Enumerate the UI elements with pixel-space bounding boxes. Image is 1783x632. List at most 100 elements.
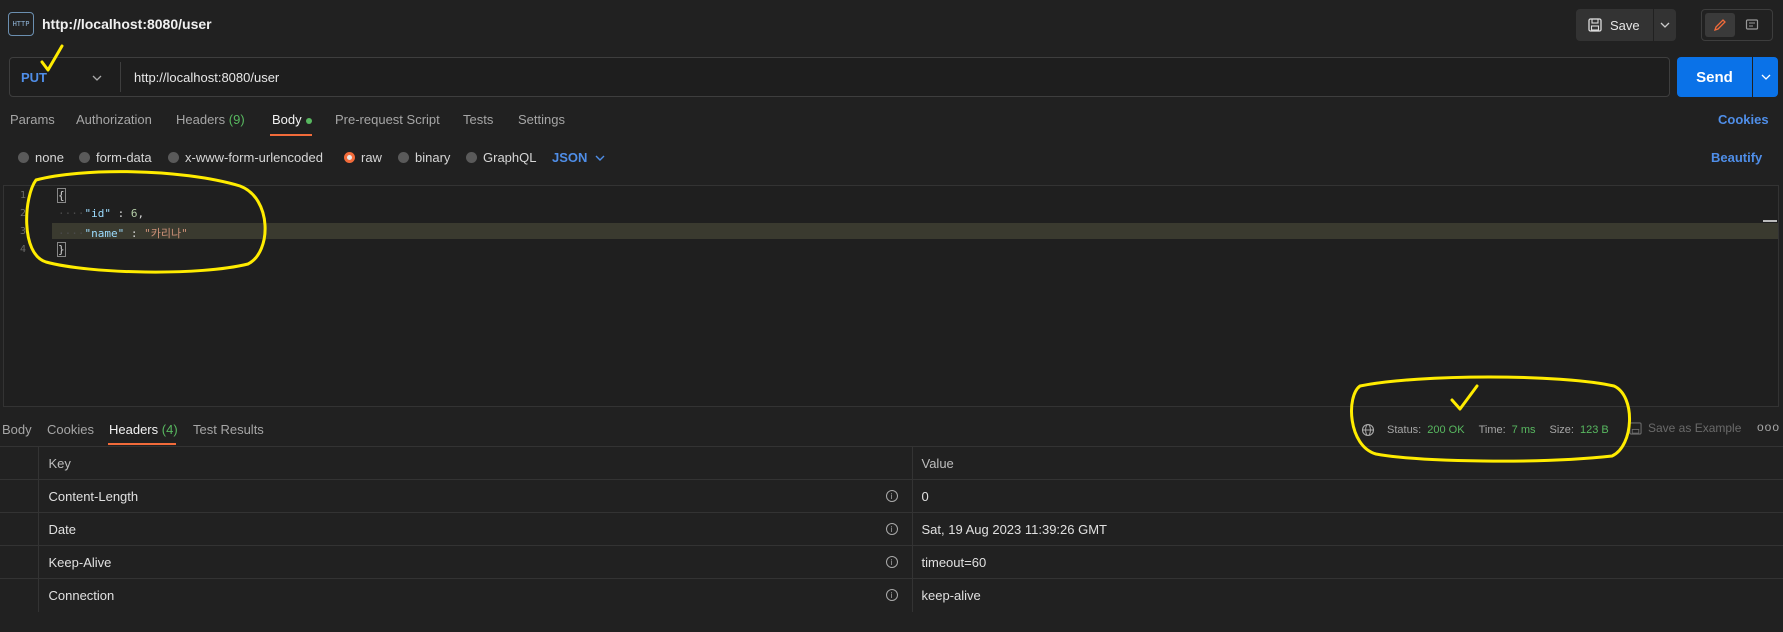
header-key: Date i [38, 512, 912, 546]
save-as-example-button[interactable]: Save as Example [1629, 421, 1741, 435]
radio-label: x-www-form-urlencoded [185, 150, 323, 165]
info-icon[interactable]: i [885, 490, 898, 502]
table-cell [0, 578, 39, 612]
table-row: Content-Length i 0 [0, 479, 1783, 513]
radio-label: form-data [96, 150, 152, 165]
table-cell [0, 545, 39, 579]
header-value: 0 [911, 479, 1783, 513]
line-number: 1 [20, 190, 27, 201]
header-value: Sat, 19 Aug 2023 11:39:26 GMT [911, 512, 1783, 546]
size-value[interactable]: 123 B [1580, 424, 1609, 436]
chevron-down-icon [595, 155, 605, 161]
table-header-row: Key Value [0, 446, 1783, 480]
chevron-down-icon [1660, 22, 1670, 28]
header-key: Keep-Alive i [38, 545, 912, 579]
code-line-4: } [57, 242, 66, 257]
radio-raw[interactable]: raw [344, 150, 382, 165]
line-number: 4 [20, 244, 27, 255]
line-number: 2 [20, 208, 27, 219]
tab-headers[interactable]: Headers (9) [176, 112, 245, 127]
header-key-text: Connection [48, 587, 115, 603]
open-brace: { [57, 188, 66, 203]
beautify-link[interactable]: Beautify [1711, 150, 1762, 165]
radio-button[interactable] [79, 152, 90, 163]
save-as-example-label: Save as Example [1648, 421, 1742, 435]
url-input[interactable]: http://localhost:8080/user [134, 70, 279, 85]
tab-settings[interactable]: Settings [518, 112, 565, 127]
tab-headers-count: (9) [228, 112, 245, 127]
radio-form-data[interactable]: form-data [79, 150, 152, 165]
radio-button[interactable] [398, 152, 409, 163]
send-dropdown-button[interactable] [1753, 57, 1778, 97]
code-line-3: ····"name" : "카리나" [58, 227, 188, 240]
chevron-down-icon[interactable] [92, 69, 102, 84]
current-line-highlight [52, 223, 1778, 239]
globe-icon[interactable] [1361, 423, 1375, 437]
header-value: keep-alive [911, 578, 1783, 612]
radio-label: binary [415, 150, 451, 165]
modified-dot [305, 117, 312, 124]
status-label: Status: [1387, 424, 1422, 436]
column-header-value: Value [911, 446, 1783, 480]
radio-label: GraphQL [483, 150, 537, 165]
response-tab-headers-label: Headers [109, 422, 159, 437]
more-options-button[interactable]: ooo [1757, 420, 1780, 434]
method-select[interactable]: PUT [21, 70, 47, 85]
tab-params[interactable]: Params [10, 112, 55, 127]
header-value: timeout=60 [911, 545, 1783, 579]
radio-button[interactable] [168, 152, 179, 163]
header-key: Connection i [38, 578, 912, 612]
radio-graphql[interactable]: GraphQL [466, 150, 536, 165]
radio-button[interactable] [18, 152, 29, 163]
status-value[interactable]: 200 OK [1427, 424, 1464, 436]
info-icon[interactable]: i [885, 589, 898, 601]
save-dropdown-button[interactable] [1654, 9, 1676, 41]
body-editor[interactable] [3, 185, 1779, 407]
send-button[interactable]: Send [1677, 57, 1752, 97]
divider [120, 62, 121, 92]
tab-body[interactable]: Body [272, 112, 312, 127]
header-key-text: Date [48, 521, 76, 537]
request-title[interactable]: http://localhost:8080/user [42, 16, 212, 32]
language-label: JSON [552, 150, 588, 165]
response-tab-cookies[interactable]: Cookies [47, 422, 94, 437]
time-value[interactable]: 7 ms [1512, 424, 1536, 436]
response-headers-table: Key Value Content-Length i 0 Date i Sat, 1… [0, 446, 1783, 612]
info-icon[interactable]: i [885, 523, 898, 535]
response-tab-headers[interactable]: Headers (4) [109, 422, 178, 437]
code-line-1: { [57, 188, 66, 203]
radio-button-selected[interactable] [344, 152, 355, 163]
json-key-id: "id" [84, 207, 112, 220]
language-select[interactable]: JSON [552, 150, 605, 165]
scrollbar-marker[interactable] [1763, 220, 1777, 222]
save-button[interactable]: Save [1576, 9, 1653, 41]
tab-tests[interactable]: Tests [463, 112, 493, 127]
tab-prerequest-script[interactable]: Pre-request Script [335, 112, 440, 127]
cookies-link[interactable]: Cookies [1718, 112, 1769, 127]
size-label: Size: [1549, 424, 1574, 436]
response-tab-test-results[interactable]: Test Results [193, 422, 264, 437]
json-value-id: 6 [130, 207, 138, 220]
table-cell [0, 446, 39, 480]
table-cell [0, 512, 39, 546]
save-icon [1588, 18, 1602, 32]
radio-urlencoded[interactable]: x-www-form-urlencoded [168, 150, 323, 165]
radio-binary[interactable]: binary [398, 150, 450, 165]
line-number: 3 [20, 226, 27, 237]
save-icon [1629, 421, 1642, 435]
radio-button[interactable] [466, 152, 477, 163]
response-tab-body[interactable]: Body [2, 422, 32, 437]
table-row: Date i Sat, 19 Aug 2023 11:39:26 GMT [0, 512, 1783, 546]
documentation-mode-button[interactable] [1737, 13, 1767, 37]
tab-authorization[interactable]: Authorization [76, 112, 152, 127]
radio-label: raw [361, 150, 382, 165]
info-icon[interactable]: i [885, 556, 898, 568]
tab-body-label: Body [272, 112, 302, 127]
radio-label: none [35, 150, 64, 165]
response-meta: Status: 200 OK Time: 7 ms Size: 123 B [1361, 423, 1609, 437]
http-icon: HTTP [8, 12, 34, 36]
radio-none[interactable]: none [18, 150, 64, 165]
tab-headers-label: Headers [176, 112, 226, 127]
edit-mode-button[interactable] [1705, 13, 1735, 37]
close-brace: } [57, 242, 66, 257]
